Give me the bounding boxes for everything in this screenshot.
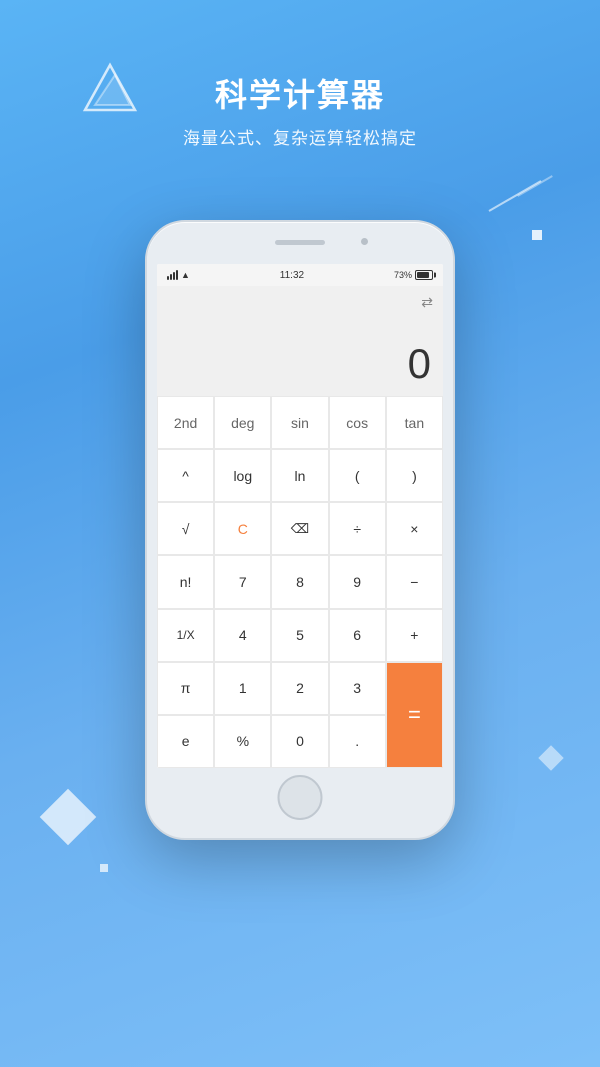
phone-home-button[interactable] — [278, 775, 323, 820]
key-clear[interactable]: C — [214, 502, 271, 555]
deco-line2 — [517, 175, 553, 197]
key-2[interactable]: 2 — [271, 662, 328, 715]
display-number: 0 — [408, 340, 431, 388]
key-cos[interactable]: cos — [329, 396, 386, 449]
deco-square1 — [532, 230, 542, 240]
status-left: ▲ — [167, 270, 190, 280]
phone-speaker — [275, 240, 325, 245]
key-open-paren[interactable]: ( — [329, 449, 386, 502]
keypad: 2nd deg sin cos tan ^ log ln ( ) √ C ⌫ ÷ — [157, 396, 443, 768]
key-4[interactable]: 4 — [214, 609, 271, 662]
key-6[interactable]: 6 — [329, 609, 386, 662]
key-decimal[interactable]: . — [329, 715, 386, 768]
app-subtitle: 海量公式、复杂运算轻松搞定 — [0, 124, 600, 149]
signal-bar-3 — [173, 272, 175, 280]
key-sqrt[interactable]: √ — [157, 502, 214, 555]
key-ln[interactable]: ln — [271, 449, 328, 502]
signal-bar-4 — [176, 270, 178, 280]
wifi-icon: ▲ — [181, 270, 190, 280]
key-2nd[interactable]: 2nd — [157, 396, 214, 449]
key-5[interactable]: 5 — [271, 609, 328, 662]
deco-diamond1 — [40, 789, 97, 846]
deco-diamond2 — [538, 745, 563, 770]
key-equals[interactable]: = — [386, 662, 443, 768]
key-multiply[interactable]: × — [386, 502, 443, 555]
phone-mockup: ▲ 11:32 73% ⇄ 0 — [145, 220, 455, 840]
key-close-paren[interactable]: ) — [386, 449, 443, 502]
battery-icon — [415, 270, 433, 280]
signal-bar-1 — [167, 276, 169, 280]
key-add[interactable]: + — [386, 609, 443, 662]
key-backspace[interactable]: ⌫ — [271, 502, 328, 555]
signal-bar-2 — [170, 274, 172, 280]
key-3[interactable]: 3 — [329, 662, 386, 715]
key-deg[interactable]: deg — [214, 396, 271, 449]
key-7[interactable]: 7 — [214, 555, 271, 608]
deco-square2 — [100, 864, 108, 872]
signal-bars — [167, 270, 178, 280]
status-time: 11:32 — [280, 270, 304, 281]
key-8[interactable]: 8 — [271, 555, 328, 608]
key-tan[interactable]: tan — [386, 396, 443, 449]
key-factorial[interactable]: n! — [157, 555, 214, 608]
calculator-display: ⇄ 0 — [157, 286, 443, 396]
phone-camera — [361, 238, 368, 245]
phone-body: ▲ 11:32 73% ⇄ 0 — [145, 220, 455, 840]
status-right: 73% — [394, 270, 433, 280]
phone-screen: ▲ 11:32 73% ⇄ 0 — [157, 264, 443, 768]
key-sin[interactable]: sin — [271, 396, 328, 449]
key-divide[interactable]: ÷ — [329, 502, 386, 555]
key-reciprocal[interactable]: 1/X — [157, 609, 214, 662]
key-1[interactable]: 1 — [214, 662, 271, 715]
battery-percent: 73% — [394, 270, 412, 280]
key-power[interactable]: ^ — [157, 449, 214, 502]
key-subtract[interactable]: − — [386, 555, 443, 608]
key-percent[interactable]: % — [214, 715, 271, 768]
key-9[interactable]: 9 — [329, 555, 386, 608]
battery-fill — [417, 272, 429, 278]
rotate-icon[interactable]: ⇄ — [421, 294, 433, 311]
deco-triangle — [80, 60, 140, 115]
key-0[interactable]: 0 — [271, 715, 328, 768]
key-pi[interactable]: π — [157, 662, 214, 715]
status-bar: ▲ 11:32 73% — [157, 264, 443, 286]
key-euler[interactable]: e — [157, 715, 214, 768]
key-log[interactable]: log — [214, 449, 271, 502]
